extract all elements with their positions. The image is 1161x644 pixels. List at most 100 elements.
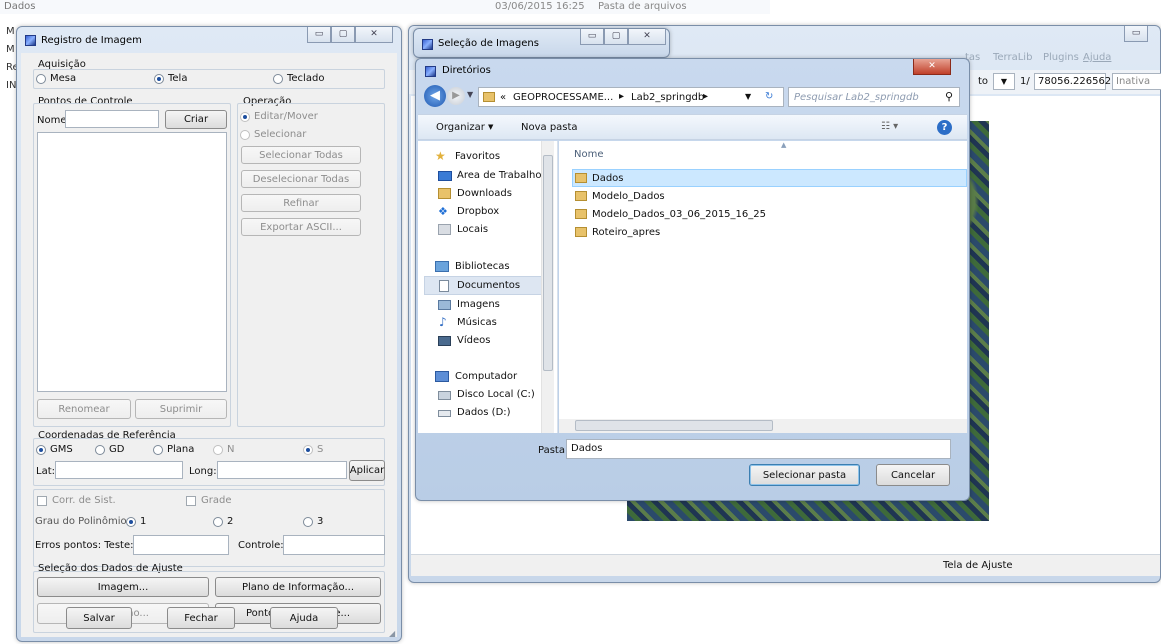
radio-teclado[interactable]	[273, 74, 283, 84]
minimize-icon[interactable]: ▭	[580, 29, 604, 45]
dropbox-icon: ❖	[438, 205, 448, 218]
radio-gms[interactable]	[36, 445, 46, 455]
file-row-selected[interactable]	[572, 169, 967, 187]
nav-item[interactable]: Downloads	[457, 188, 512, 199]
grade-checkbox[interactable]	[186, 496, 196, 506]
aplicar-button[interactable]: Aplicar	[349, 460, 385, 481]
radio-label: 3	[317, 516, 324, 527]
radio-grau-1[interactable]	[126, 517, 136, 527]
selecionar-pasta-button[interactable]: Selecionar pasta	[749, 464, 860, 486]
selecionar-todas-button[interactable]: Selecionar Todas	[241, 146, 361, 164]
corr-sist-checkbox[interactable]	[37, 496, 47, 506]
cancelar-button[interactable]: Cancelar	[876, 464, 950, 486]
organizar-menu[interactable]: Organizar	[436, 122, 485, 133]
file-list: Nome ▲ Dados Modelo_Dados Modelo_Dados_0…	[559, 141, 967, 421]
nav-bibliotecas[interactable]: Bibliotecas	[455, 261, 510, 272]
controle-input[interactable]	[283, 535, 385, 555]
suprimir-button[interactable]: Suprimir	[135, 399, 227, 419]
nav-favoritos[interactable]: Favoritos	[455, 151, 500, 162]
pontos-list[interactable]	[37, 132, 227, 392]
close-icon[interactable]: ✕	[913, 59, 951, 75]
radio-gd[interactable]	[95, 445, 105, 455]
resize-grip-icon[interactable]: ◢	[389, 629, 395, 638]
h-scroll-thumb[interactable]	[575, 420, 773, 431]
radio-mesa[interactable]	[36, 74, 46, 84]
toolbar-dropdown[interactable]: ▼	[993, 73, 1015, 90]
nav-item[interactable]: Área de Trabalho	[457, 170, 545, 181]
folder-icon	[575, 227, 587, 237]
document-icon	[439, 280, 449, 292]
fechar-button[interactable]: Fechar	[167, 607, 235, 629]
close-icon[interactable]: ✕	[628, 29, 666, 45]
file-item[interactable]: Dados	[592, 173, 624, 184]
nova-pasta-button[interactable]: Nova pasta	[521, 122, 578, 133]
search-input[interactable]: Pesquisar Lab2_springdb ⚲	[788, 87, 960, 107]
refresh-icon[interactable]: ↻	[765, 91, 773, 102]
radio-plana[interactable]	[153, 445, 163, 455]
long-input[interactable]	[217, 461, 347, 479]
nav-item[interactable]: Locais	[457, 224, 488, 235]
nav-item[interactable]: Dados (D:)	[457, 407, 511, 418]
nav-computador[interactable]: Computador	[455, 371, 517, 382]
scale-value: 78056.226562	[1038, 76, 1112, 87]
column-header-nome[interactable]: Nome	[574, 149, 604, 160]
radio-selecionar[interactable]	[240, 130, 250, 140]
history-dropdown[interactable]: ▼	[467, 90, 473, 99]
close-icon[interactable]: ✕	[355, 27, 393, 43]
nav-item[interactable]: Documentos	[457, 280, 520, 291]
breadcrumb-item[interactable]: GEOPROCESSAME...	[513, 92, 613, 103]
nav-item[interactable]: Disco Local (C:)	[457, 389, 535, 400]
app-icon	[422, 39, 433, 50]
renomear-button[interactable]: Renomear	[37, 399, 131, 419]
registro-title: Registro de Imagem	[41, 35, 142, 46]
salvar-button[interactable]: Salvar	[66, 607, 132, 629]
minimize-icon[interactable]: ▭	[307, 27, 331, 43]
radio-s[interactable]	[303, 445, 313, 455]
menu-item[interactable]: Plugins	[1043, 52, 1079, 63]
file-item[interactable]: Roteiro_apres	[592, 227, 660, 238]
scale-input[interactable]: 78056.226562	[1034, 73, 1111, 90]
ajuda-button[interactable]: Ajuda	[270, 607, 338, 629]
breadcrumb-prefix[interactable]: «	[500, 92, 506, 103]
maximize-icon[interactable]: ▢	[331, 27, 355, 43]
chevron-down-icon[interactable]: ▼	[745, 92, 751, 101]
menu-item[interactable]: Ajuda	[1083, 52, 1111, 63]
radio-editar-mover[interactable]	[240, 112, 250, 122]
radio-tela[interactable]	[154, 74, 164, 84]
plano-informacao-button[interactable]: Plano de Informação...	[215, 577, 381, 597]
pasta-input[interactable]: Dados	[566, 439, 951, 459]
nav-item[interactable]: Vídeos	[457, 335, 490, 346]
back-button[interactable]: ◀	[424, 85, 446, 107]
radio-grau-2[interactable]	[213, 517, 223, 527]
deselecionar-todas-button[interactable]: Deselecionar Todas	[241, 170, 361, 188]
help-icon[interactable]: ?	[937, 120, 952, 135]
teste-input[interactable]	[133, 535, 229, 555]
exportar-ascii-button[interactable]: Exportar ASCII...	[241, 218, 361, 236]
search-icon[interactable]: ⚲	[945, 90, 953, 103]
breadcrumb-item[interactable]: Lab2_springdb	[631, 92, 704, 103]
criar-button[interactable]: Criar	[165, 110, 227, 129]
nome-input[interactable]	[65, 110, 159, 128]
nav-item[interactable]: Imagens	[457, 299, 500, 310]
lat-label: Lat:	[36, 466, 55, 477]
forward-button[interactable]: ▶	[447, 87, 465, 105]
view-options-icon[interactable]: ☷ ▾	[881, 121, 898, 132]
radio-grau-3[interactable]	[303, 517, 313, 527]
imagem-button[interactable]: Imagem...	[37, 577, 209, 597]
radio-n[interactable]	[213, 445, 223, 455]
lat-input[interactable]	[55, 461, 183, 479]
menu-item[interactable]: TerraLib	[993, 52, 1032, 63]
nav-item[interactable]: Músicas	[457, 317, 497, 328]
nav-scroll-thumb[interactable]	[543, 155, 553, 371]
breadcrumb[interactable]: « GEOPROCESSAME... ▸ Lab2_springdb ▸ ▼ ↻	[478, 87, 784, 107]
nav-scrollbar[interactable]	[541, 141, 554, 433]
file-item[interactable]: Modelo_Dados	[592, 191, 665, 202]
file-item[interactable]: Modelo_Dados_03_06_2015_16_25	[592, 209, 766, 220]
maximize-icon[interactable]: ▢	[604, 29, 628, 45]
minimize-icon[interactable]: ▭	[1124, 26, 1148, 42]
nav-item[interactable]: Dropbox	[457, 206, 499, 217]
bg-row-type: Pasta de arquivos	[598, 1, 687, 12]
refinar-button[interactable]: Refinar	[241, 194, 361, 212]
status-combo[interactable]: Inativa	[1112, 73, 1161, 90]
horizontal-scrollbar[interactable]	[559, 419, 967, 433]
